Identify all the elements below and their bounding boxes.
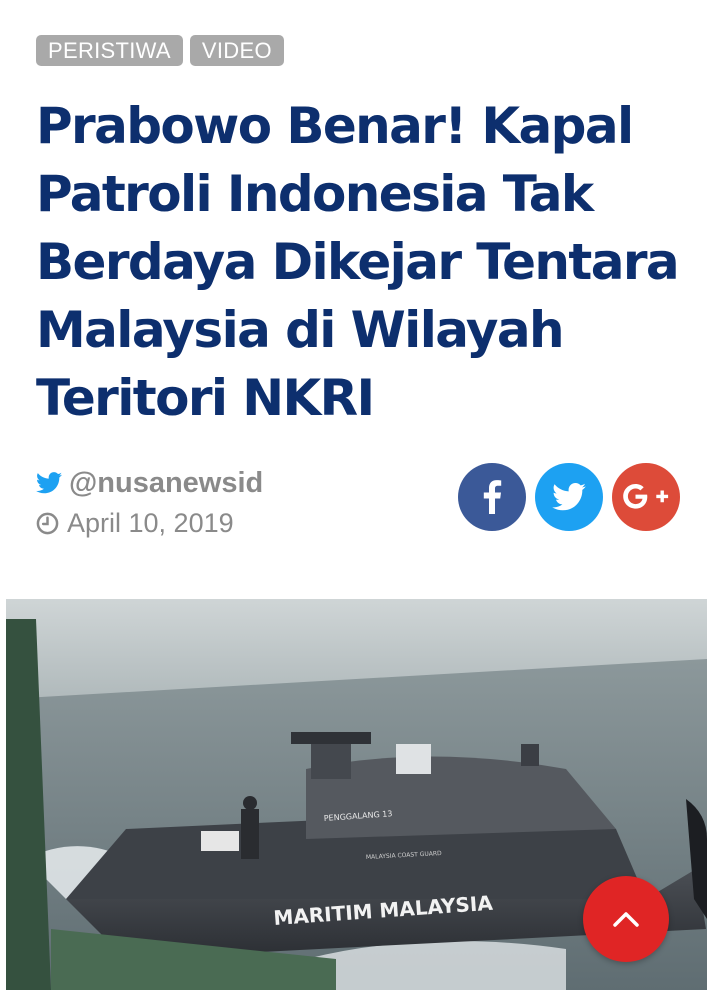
title-line: Prabowo Benar! Kapal [36, 97, 634, 155]
google-plus-share-button[interactable] [612, 463, 680, 531]
date-row: April 10, 2019 [36, 504, 263, 542]
publish-date: April 10, 2019 [67, 507, 234, 538]
tag-video[interactable]: VIDEO [189, 35, 284, 66]
title-line: Patroli Indonesia Tak [36, 165, 594, 223]
article-title: Prabowo Benar! Kapal Patroli Indonesia T… [36, 92, 686, 432]
title-line: Malaysia di Wilayah [36, 301, 565, 359]
title-line: Teritori NKRI [36, 369, 375, 427]
twitter-icon [36, 472, 62, 494]
clock-icon [36, 512, 59, 534]
twitter-icon [552, 483, 586, 511]
google-plus-icon [623, 484, 669, 509]
author-row[interactable]: @nusanewsid [36, 464, 263, 502]
chevron-up-icon [613, 912, 639, 927]
facebook-icon [483, 480, 502, 514]
facebook-share-button[interactable] [458, 463, 526, 531]
category-tags: PERISTIWA VIDEO [36, 35, 284, 66]
twitter-share-button[interactable] [535, 463, 603, 531]
article-meta: @nusanewsid April 10, 2019 [36, 464, 263, 542]
author-handle[interactable]: @nusanewsid [69, 467, 263, 500]
tag-peristiwa[interactable]: PERISTIWA [36, 35, 183, 66]
title-line: Berdaya Dikejar Tentara [36, 233, 680, 291]
share-buttons [458, 463, 680, 531]
scroll-to-top-button[interactable] [583, 876, 669, 962]
